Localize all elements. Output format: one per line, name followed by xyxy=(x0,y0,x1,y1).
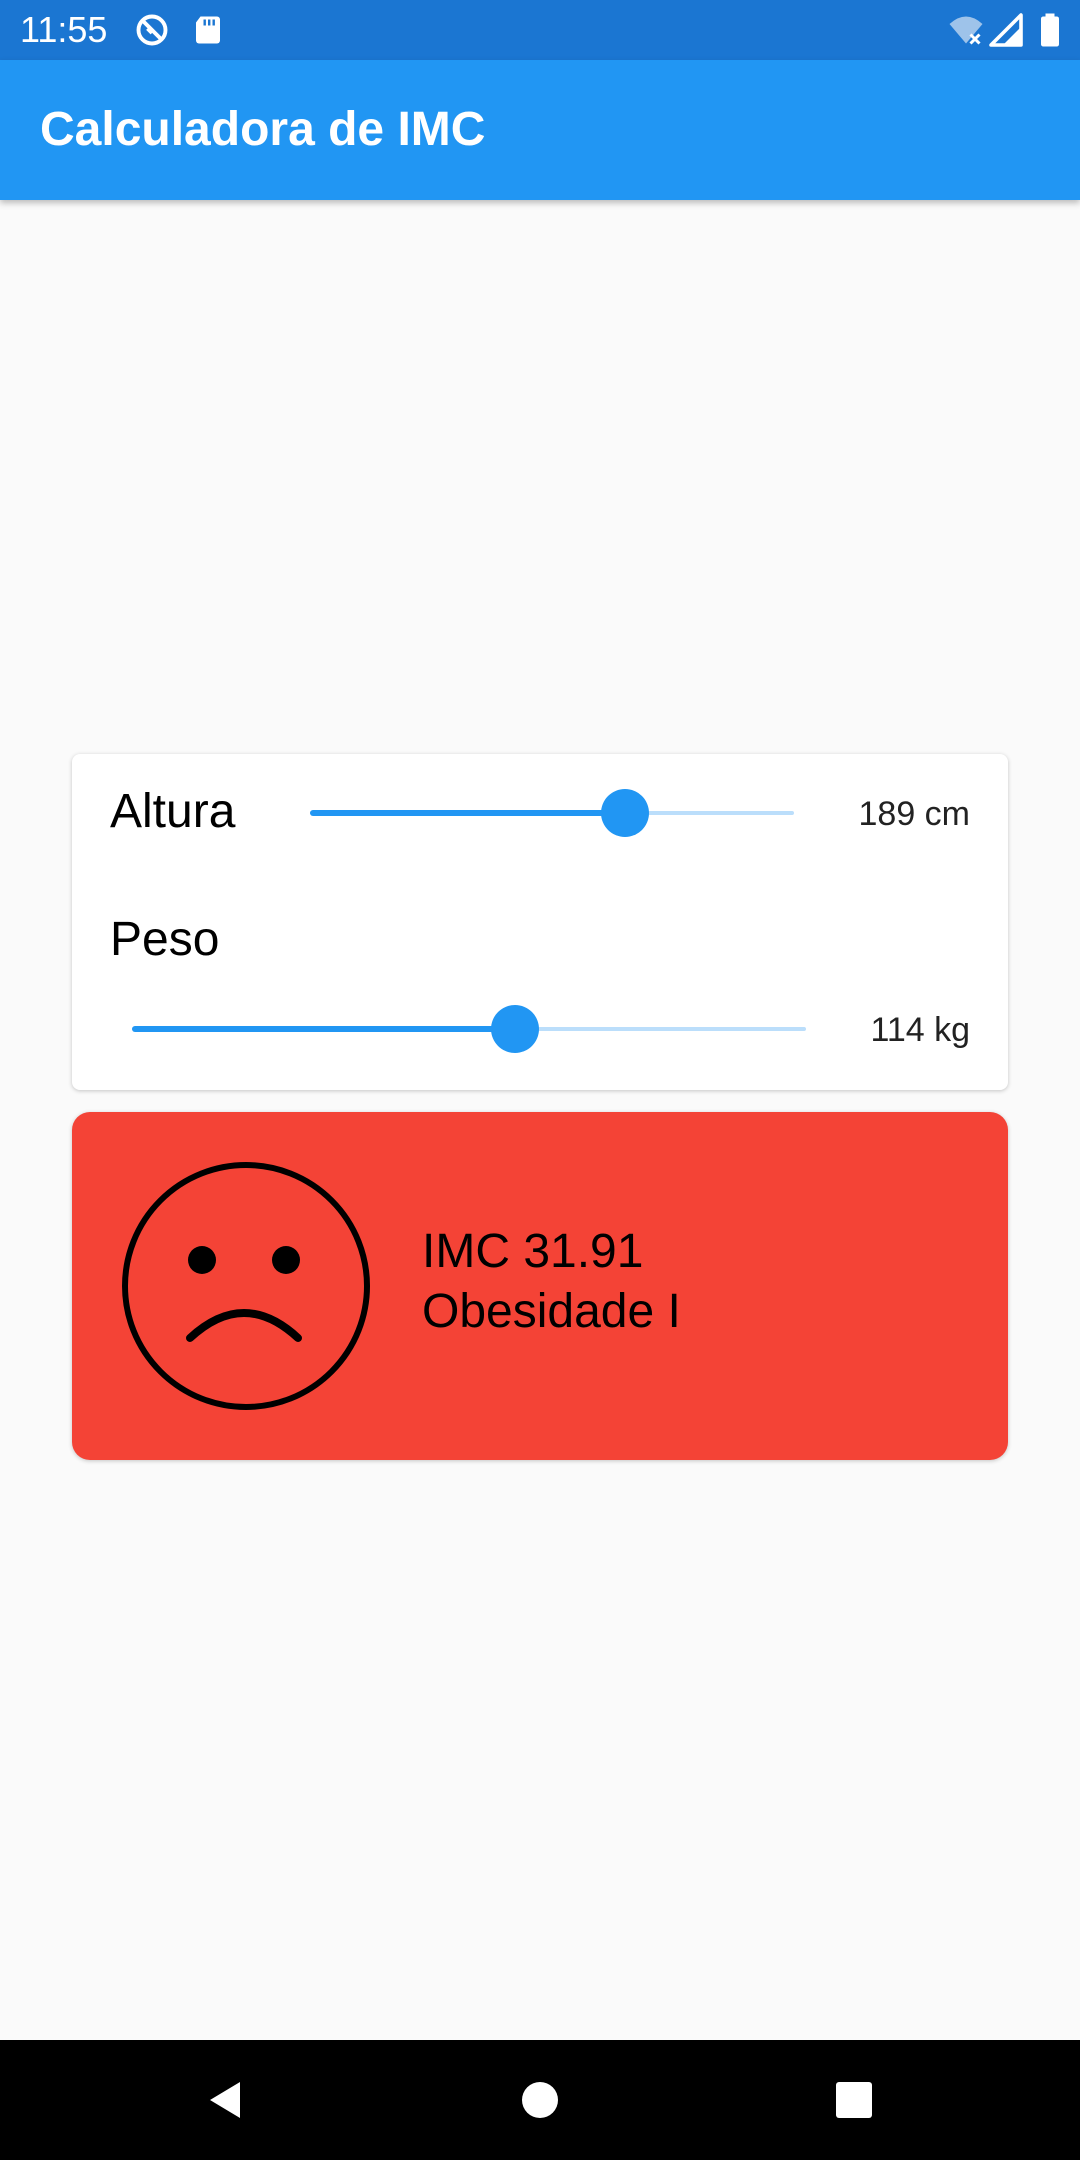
app-title: Calculadora de IMC xyxy=(40,103,486,156)
height-slider[interactable] xyxy=(310,788,794,838)
imc-category: Obesidade I xyxy=(422,1285,681,1338)
input-card: Altura 189 cm Peso 114 kg xyxy=(72,754,1008,1090)
weight-slider-thumb[interactable] xyxy=(490,1005,539,1053)
signal-icon xyxy=(988,12,1024,48)
weight-label: Peso xyxy=(110,913,220,966)
height-value: 189 cm xyxy=(858,795,971,833)
height-slider-fill xyxy=(310,810,625,816)
back-icon[interactable] xyxy=(202,2076,250,2124)
battery-icon xyxy=(1032,12,1068,48)
weight-slider[interactable] xyxy=(132,1004,806,1054)
app-bar: Calculadora de IMC xyxy=(0,60,1080,200)
status-time: 11:55 xyxy=(20,9,108,50)
weight-slider-fill xyxy=(132,1026,515,1032)
wifi-off-icon xyxy=(948,12,984,48)
result-card: IMC 31.91 Obesidade I xyxy=(72,1112,1008,1460)
recents-icon[interactable] xyxy=(830,2076,878,2124)
navigation-bar xyxy=(0,2040,1080,2160)
height-slider-thumb[interactable] xyxy=(600,789,649,837)
weight-value: 114 kg xyxy=(870,1011,970,1049)
sync-icon xyxy=(134,12,170,48)
result-text: IMC 31.91 Obesidade I xyxy=(422,1222,681,1342)
status-bar: 11:55 xyxy=(0,0,1080,60)
sd-card-icon xyxy=(190,12,226,48)
imc-value: IMC 31.91 xyxy=(422,1225,644,1278)
home-icon[interactable] xyxy=(516,2076,564,2124)
sad-face-icon xyxy=(120,1160,372,1412)
height-label: Altura xyxy=(110,785,236,838)
